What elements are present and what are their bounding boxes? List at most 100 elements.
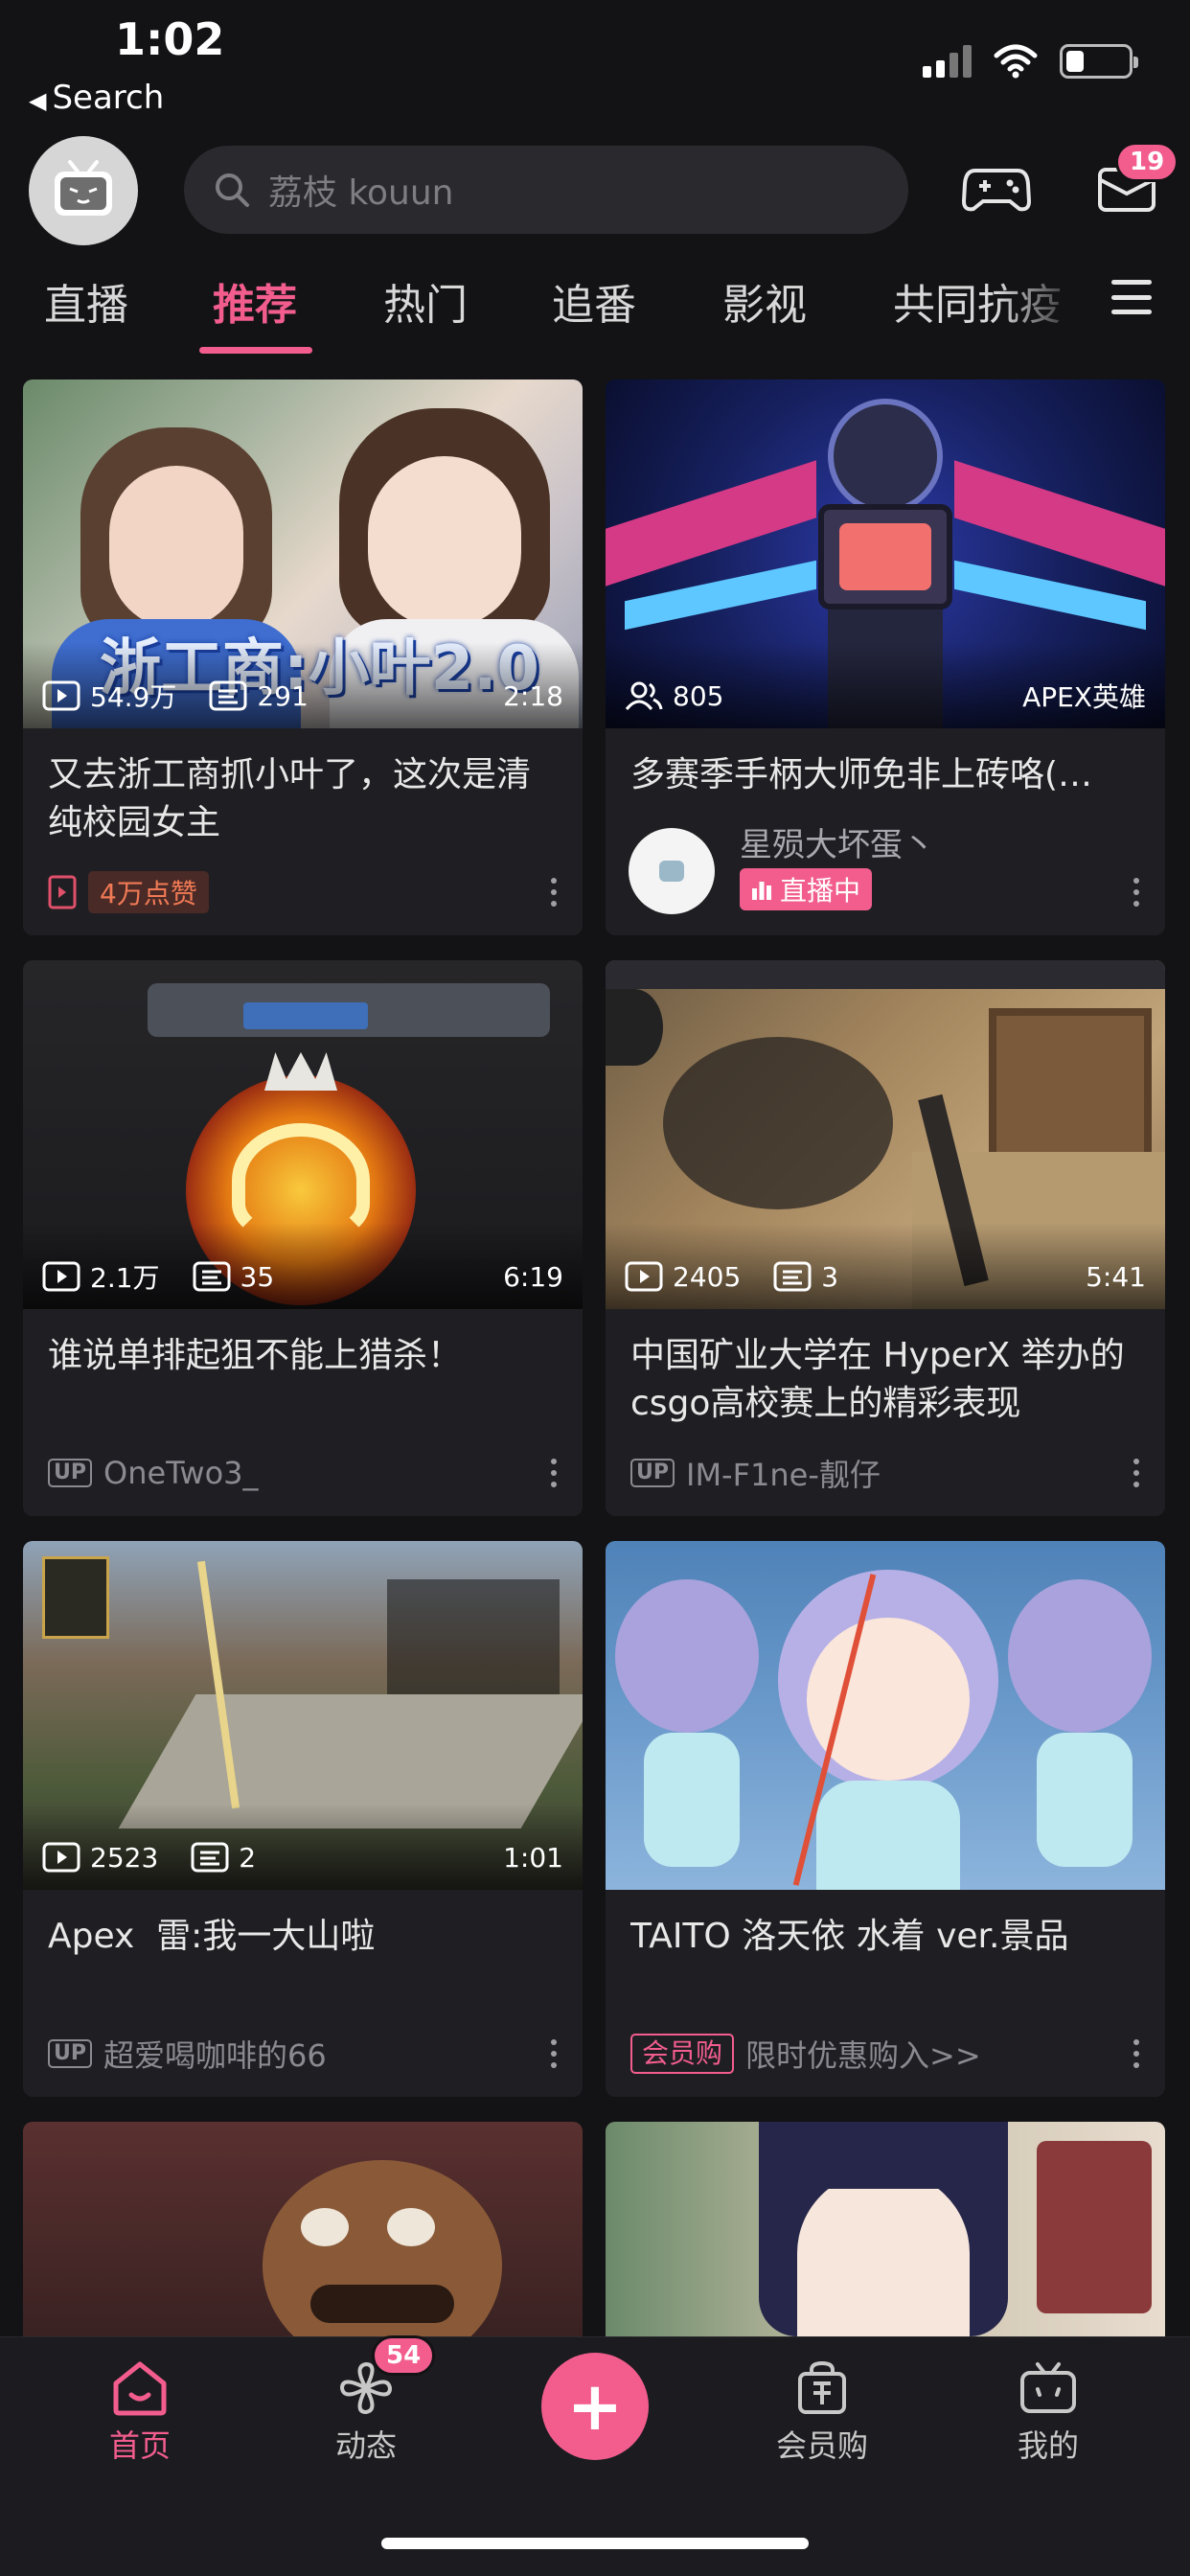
search-icon bbox=[216, 173, 249, 207]
video-duration: 2:18 bbox=[503, 679, 563, 712]
user-avatar[interactable] bbox=[29, 136, 138, 245]
nav-dynamic-label: 动态 bbox=[334, 2427, 397, 2464]
nav-mine-label: 我的 bbox=[1017, 2427, 1079, 2464]
tab-menu-icon[interactable] bbox=[1111, 280, 1152, 314]
comment-count: 291 bbox=[257, 679, 309, 712]
nav-shop[interactable]: 会员购 bbox=[755, 2360, 889, 2466]
view-count: 54.9万 bbox=[90, 681, 177, 713]
play-count-icon bbox=[42, 680, 80, 711]
video-thumbnail: 2405 3 5:41 bbox=[606, 960, 1165, 1309]
streamer-avatar[interactable] bbox=[629, 828, 715, 914]
video-card[interactable]: 2.1万 35 6:19 谁说单排起狙不能上猎杀！ UP OneTwo3_ bbox=[23, 960, 583, 1516]
shop-tag: 会员购 bbox=[630, 2034, 735, 2074]
video-title: 又去浙工商抓小叶了，这次是清纯校园女主 bbox=[48, 755, 532, 842]
view-count: 2405 bbox=[673, 1260, 742, 1293]
video-duration: 1:01 bbox=[503, 1841, 563, 1874]
up-icon: UP bbox=[630, 1459, 675, 1487]
game-center-button[interactable] bbox=[958, 153, 1035, 226]
status-time: 1:02 bbox=[115, 13, 225, 65]
product-thumbnail bbox=[606, 1541, 1165, 1890]
battery-icon bbox=[1060, 44, 1138, 79]
more-options-icon[interactable] bbox=[550, 878, 558, 907]
uploader-name[interactable]: IM-F1ne-靓仔 bbox=[686, 1451, 881, 1495]
more-options-icon[interactable] bbox=[1133, 878, 1140, 907]
video-duration: 6:19 bbox=[503, 1260, 563, 1293]
uploader-name[interactable]: OneTwo3_ bbox=[103, 1455, 259, 1491]
viewer-count: 805 bbox=[673, 679, 724, 712]
danmaku-count-icon bbox=[209, 680, 247, 711]
streamer-name: 星殒大坏蛋丶 bbox=[740, 826, 935, 864]
video-title: 中国矿业大学在 HyperX 举办的csgo高校赛上的精彩表现 bbox=[630, 1336, 1125, 1423]
live-category: APEX英雄 bbox=[1022, 681, 1146, 713]
video-title: 谁说单排起狙不能上猎杀！ bbox=[48, 1336, 463, 1375]
shop-card[interactable]: TAITO 洛天依 水着 ver.景品 会员购 限时优惠购入>> bbox=[606, 1541, 1165, 2097]
gamepad-icon bbox=[962, 169, 1031, 212]
view-count: 2.1万 bbox=[90, 1262, 160, 1294]
tab-live[interactable]: 直播 bbox=[44, 270, 128, 332]
live-card[interactable]: 805 APEX英雄 多赛季手柄大师免非上砖咯(… 星殒大坏蛋丶 直播中 bbox=[606, 380, 1165, 935]
nav-home-label: 首页 bbox=[108, 2427, 171, 2464]
video-card[interactable]: 浙工商:小叶2.0 54.9万 291 2:18 又去浙工商抓小叶了，这次是清纯… bbox=[23, 380, 583, 935]
back-arrow-icon: ◀ bbox=[29, 87, 47, 114]
video-thumbnail: 2.1万 35 6:19 bbox=[23, 960, 583, 1309]
live-label: 直播中 bbox=[780, 875, 861, 907]
more-options-icon[interactable] bbox=[1133, 2039, 1140, 2068]
viewers-icon bbox=[625, 681, 663, 710]
plus-icon: + bbox=[566, 2367, 624, 2446]
category-tabs: 直播 推荐 热门 追番 影视 共同抗疫 bbox=[0, 259, 1190, 355]
video-title: Apex 雷:我一大山啦 bbox=[48, 1917, 376, 1956]
nav-mine[interactable]: 我的 bbox=[981, 2360, 1115, 2466]
tv-profile-icon bbox=[1020, 2362, 1076, 2413]
home-indicator bbox=[381, 2538, 809, 2549]
uploader-name[interactable]: 超爱喝咖啡的66 bbox=[103, 2032, 327, 2076]
video-card[interactable]: 2405 3 5:41 中国矿业大学在 HyperX 举办的csgo高校赛上的精… bbox=[606, 960, 1165, 1516]
active-tab-indicator bbox=[199, 347, 312, 354]
video-card[interactable] bbox=[23, 2122, 583, 2336]
up-icon: UP bbox=[48, 2039, 92, 2068]
status-bar: 1:02 ◀ Search bbox=[0, 0, 1190, 125]
nav-home[interactable]: 首页 bbox=[73, 2360, 207, 2466]
tv-mascot-icon bbox=[55, 160, 112, 216]
tab-anime[interactable]: 追番 bbox=[552, 270, 636, 332]
search-placeholder: 荔枝 kouun bbox=[268, 173, 454, 213]
video-card[interactable]: 2523 2 1:01 Apex 雷:我一大山啦 UP 超爱喝咖啡的66 bbox=[23, 1541, 583, 2097]
view-count: 2523 bbox=[90, 1841, 159, 1874]
search-input[interactable]: 荔枝 kouun bbox=[184, 146, 908, 234]
play-count-icon bbox=[42, 1261, 80, 1292]
home-icon bbox=[113, 2361, 167, 2416]
comment-count: 2 bbox=[239, 1841, 257, 1874]
back-to-search-link[interactable]: ◀ Search bbox=[29, 79, 164, 117]
play-count-icon bbox=[42, 1842, 80, 1873]
up-icon: UP bbox=[48, 1459, 92, 1487]
danmaku-count-icon bbox=[773, 1261, 812, 1292]
nav-shop-label: 会员购 bbox=[775, 2427, 868, 2464]
live-title: 多赛季手柄大师免非上砖咯(… bbox=[630, 755, 1093, 794]
video-duration: 5:41 bbox=[1086, 1260, 1146, 1293]
more-options-icon[interactable] bbox=[1133, 1459, 1140, 1487]
video-thumbnail bbox=[23, 2122, 583, 2336]
dynamic-badge: 54 bbox=[372, 2335, 436, 2376]
video-card[interactable] bbox=[606, 2122, 1165, 2336]
shopping-bag-icon bbox=[798, 2360, 846, 2414]
video-tag-icon bbox=[48, 875, 77, 909]
more-options-icon[interactable] bbox=[550, 1459, 558, 1487]
video-thumbnail: 2523 2 1:01 bbox=[23, 1541, 583, 1890]
tab-recommend[interactable]: 推荐 bbox=[213, 270, 297, 332]
nav-dynamic[interactable]: 动态 bbox=[299, 2360, 433, 2466]
wifi-icon bbox=[994, 44, 1038, 79]
cellular-signal-icon bbox=[923, 45, 972, 78]
live-thumbnail: 805 APEX英雄 bbox=[606, 380, 1165, 728]
messages-badge: 19 bbox=[1115, 142, 1179, 182]
back-label: Search bbox=[52, 79, 165, 117]
promo-text[interactable]: 限时优惠购入>> bbox=[745, 2032, 981, 2076]
product-title: TAITO 洛天依 水着 ver.景品 bbox=[630, 1917, 1069, 1956]
more-options-icon[interactable] bbox=[550, 2039, 558, 2068]
danmaku-count-icon bbox=[191, 1842, 229, 1873]
video-thumbnail bbox=[606, 2122, 1165, 2336]
play-count-icon bbox=[625, 1261, 663, 1292]
live-bars-icon bbox=[752, 882, 771, 900]
tab-hot[interactable]: 热门 bbox=[383, 270, 468, 332]
publish-button[interactable]: + bbox=[541, 2353, 649, 2460]
likes-tag: 4万点赞 bbox=[88, 871, 209, 913]
tab-film[interactable]: 影视 bbox=[722, 270, 807, 332]
